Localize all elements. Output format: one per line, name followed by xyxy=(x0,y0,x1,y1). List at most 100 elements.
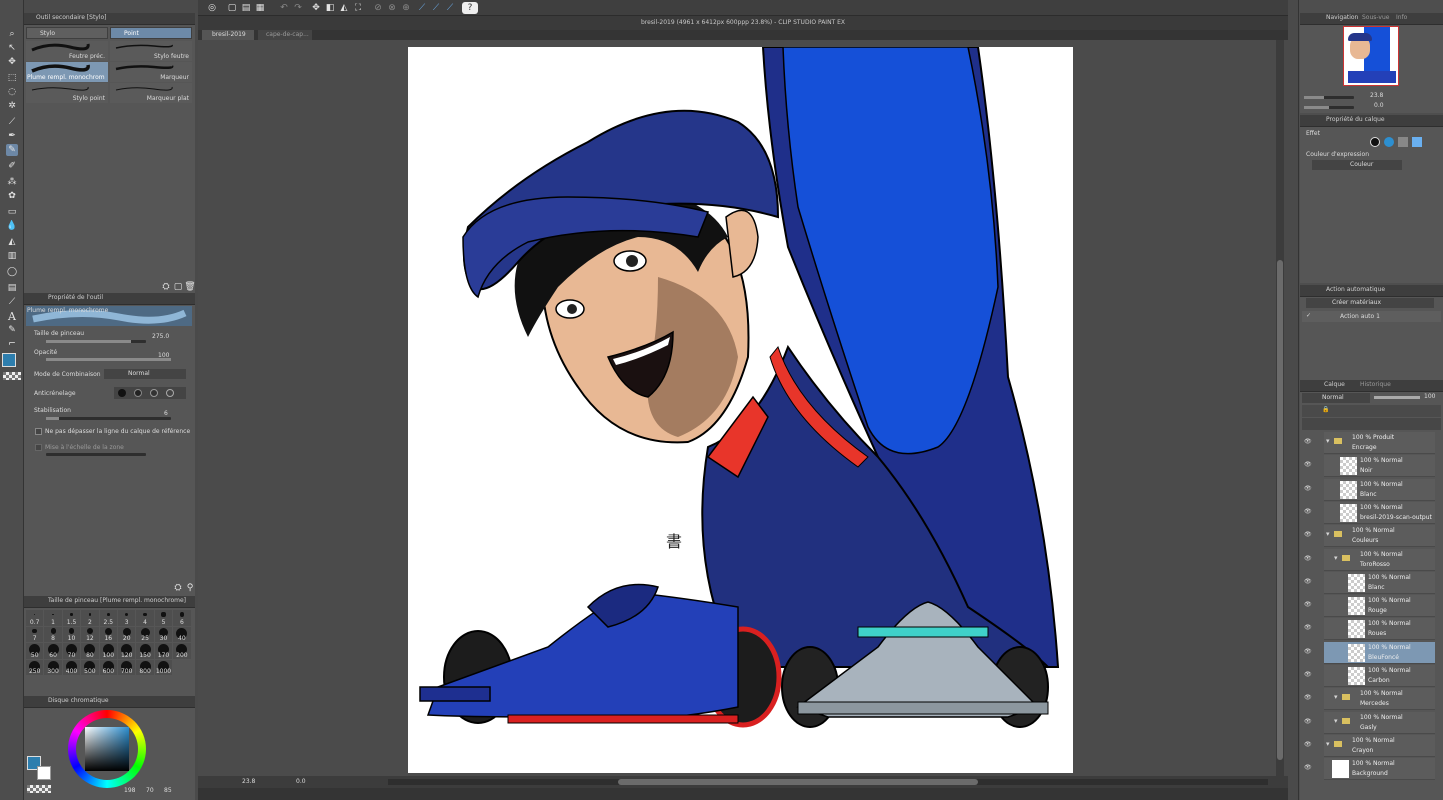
document-tab-active[interactable]: bresil-2019 xyxy=(202,30,254,40)
sub-color-chip[interactable] xyxy=(37,766,51,780)
brush-size-cell[interactable]: 8 xyxy=(44,626,62,642)
select-icon[interactable]: ⛶ xyxy=(352,2,364,14)
layer-folder-row[interactable]: 👁 ▾ 100 % Normal Mercedes xyxy=(1304,688,1435,711)
brush-size-cell[interactable]: 50 xyxy=(26,643,44,659)
bucket-icon[interactable]: ◭ xyxy=(338,2,350,14)
brush-size-cell[interactable]: 20 xyxy=(118,626,136,642)
brush-size-cell[interactable]: 6 xyxy=(173,610,191,626)
layer-row[interactable]: 👁 100 % Normal Blanc xyxy=(1304,571,1435,594)
balloon-tool-icon[interactable]: ✎ xyxy=(6,324,18,336)
layer-visibility-icon[interactable]: 👁 xyxy=(1304,648,1312,655)
sub-tool-settings-icon[interactable]: ⛭ xyxy=(160,281,172,293)
layer-row[interactable]: 👁 100 % Normal Blanc xyxy=(1304,478,1435,501)
brush-item-selected[interactable]: Plume rempl. monochrom xyxy=(26,62,108,82)
chevron-down-icon[interactable]: ▾ xyxy=(1334,717,1338,725)
layer-visibility-icon[interactable]: 👁 xyxy=(1304,601,1312,608)
brush-size-cell[interactable]: 12 xyxy=(81,626,99,642)
zoom-value[interactable]: 23.8 xyxy=(242,778,255,785)
reference-checkbox[interactable] xyxy=(35,428,42,435)
eyedropper-tool-icon[interactable]: ⟋ xyxy=(6,116,18,128)
stabilisation-value[interactable]: 6 xyxy=(164,410,168,417)
nav-zoom-slider[interactable] xyxy=(1304,96,1354,99)
operation-tool-icon[interactable]: ↖ xyxy=(6,42,18,54)
eraser-tool-icon[interactable]: ▭ xyxy=(6,206,18,218)
main-color-swatch[interactable] xyxy=(2,353,16,367)
brush-size-cell[interactable]: 1.5 xyxy=(62,610,81,626)
layer-folder-row[interactable]: 👁 ▾ 100 % Normal Couleurs xyxy=(1304,525,1435,548)
opacity-slider[interactable] xyxy=(46,358,171,361)
layer-tab[interactable]: Calque xyxy=(1324,381,1345,388)
decoration-tool-icon[interactable]: ✿ xyxy=(6,190,18,202)
pencil-tool-icon[interactable]: ✎ xyxy=(6,144,18,156)
brush-size-cell[interactable]: 150 xyxy=(136,643,154,659)
nav-zoom-value[interactable]: 23.8 xyxy=(1370,92,1383,99)
layer-visibility-icon[interactable]: 👁 xyxy=(1304,438,1312,445)
navigator-tab[interactable]: Navigation xyxy=(1326,14,1358,21)
airbrush-tool-icon[interactable]: ⁂ xyxy=(6,176,18,188)
brush-size-cell[interactable]: 0.7 xyxy=(26,610,44,626)
rotate-value[interactable]: 0.0 xyxy=(296,778,306,785)
brush-size-cell[interactable]: 2 xyxy=(81,610,99,626)
clear-icon[interactable]: ⊗ xyxy=(386,2,398,14)
brush-size-cell[interactable]: 400 xyxy=(62,659,81,675)
brush-size-cell[interactable]: 1000 xyxy=(154,659,173,675)
chevron-down-icon[interactable]: ▾ xyxy=(1326,530,1330,538)
nav-rotate-value[interactable]: 0.0 xyxy=(1374,102,1384,109)
layer-visibility-icon[interactable]: 👁 xyxy=(1304,461,1312,468)
transparent-chip[interactable] xyxy=(27,785,51,793)
layer-row[interactable]: 👁 100 % Normal bresil-2019-scan-output xyxy=(1304,501,1435,524)
info-tab[interactable]: Info xyxy=(1396,14,1407,21)
effect-buttons[interactable] xyxy=(1370,137,1435,147)
sub-tool-tab-point[interactable]: Point xyxy=(110,27,192,39)
brush-item[interactable]: Marqueur xyxy=(110,62,192,82)
brush-size-cell[interactable]: 200 xyxy=(173,643,191,659)
auto-select-tool-icon[interactable]: ✲ xyxy=(6,100,18,112)
brush-size-cell[interactable]: 70 xyxy=(62,643,81,659)
brush-size-cell[interactable]: 10 xyxy=(62,626,81,642)
brush-size-cell[interactable]: 16 xyxy=(99,626,117,642)
sub-tool-tab-stylo[interactable]: Stylo xyxy=(26,27,108,39)
brush-size-cell[interactable]: 600 xyxy=(99,659,117,675)
layer-lock-icon[interactable]: 🔒 xyxy=(1322,406,1329,413)
snap-grid-icon[interactable]: ⟋ xyxy=(430,2,442,14)
brush-size-cell[interactable]: 170 xyxy=(154,643,173,659)
transform-icon[interactable]: ✥ xyxy=(310,2,322,14)
save-icon[interactable]: ▦ xyxy=(254,2,266,14)
auto-action-set-select[interactable]: Créer matériaux xyxy=(1306,298,1434,308)
sub-tool-delete-icon[interactable]: 🗑 xyxy=(184,281,196,293)
layer-visibility-icon[interactable]: 👁 xyxy=(1304,671,1312,678)
brush-size-cell[interactable]: 250 xyxy=(26,659,44,675)
canvas-area[interactable]: 書 xyxy=(198,40,1284,776)
layer-property-tab[interactable]: Propriété du calque xyxy=(1326,116,1385,123)
figure-tool-icon[interactable]: ◯ xyxy=(6,266,18,278)
pen-tool-icon[interactable]: ✒ xyxy=(6,130,18,142)
chevron-down-icon[interactable]: ▾ xyxy=(1326,437,1330,445)
layer-opacity-value[interactable]: 100 xyxy=(1424,393,1435,400)
text-tool-icon[interactable]: A xyxy=(6,310,18,323)
lasso-tool-icon[interactable]: ◌ xyxy=(6,86,18,98)
brush-size-cell[interactable]: 120 xyxy=(118,643,136,659)
blend-mode-select[interactable]: Normal xyxy=(104,369,186,379)
layer-folder-row[interactable]: 👁 ▾ 100 % Normal Gasly xyxy=(1304,711,1435,734)
layer-visibility-icon[interactable]: 👁 xyxy=(1304,624,1312,631)
redo-icon[interactable]: ↷ xyxy=(292,2,304,14)
layer-row[interactable]: 👁 100 % Normal Background xyxy=(1304,758,1435,781)
sub-tool-copy-icon[interactable]: ▢ xyxy=(172,281,184,293)
layer-folder-row[interactable]: 👁 ▾ 100 % Produit Encrage xyxy=(1304,432,1435,454)
move-tool-icon[interactable]: ✥ xyxy=(6,56,18,68)
fill-tool-icon[interactable]: ◭ xyxy=(6,236,18,248)
fill-icon[interactable]: ◧ xyxy=(324,2,336,14)
layer-opacity-slider[interactable] xyxy=(1374,396,1420,399)
antialias-selector[interactable] xyxy=(114,387,186,399)
blend-tool-icon[interactable]: 💧 xyxy=(6,220,18,232)
layer-blend-select[interactable]: Normal xyxy=(1302,393,1370,403)
layer-visibility-icon[interactable]: 👁 xyxy=(1304,718,1312,725)
open-file-icon[interactable]: ▤ xyxy=(240,2,252,14)
layer-folder-row[interactable]: 👁 ▾ 100 % Normal Crayon xyxy=(1304,734,1435,757)
brush-size-value[interactable]: 275.0 xyxy=(152,333,169,340)
brush-size-cell[interactable]: 25 xyxy=(136,626,154,642)
undo-icon[interactable]: ↶ xyxy=(278,2,290,14)
crop-icon[interactable]: ⊘ xyxy=(372,2,384,14)
chevron-down-icon[interactable]: ▾ xyxy=(1326,740,1330,748)
brush-item[interactable]: Feutre préc. xyxy=(26,41,108,61)
